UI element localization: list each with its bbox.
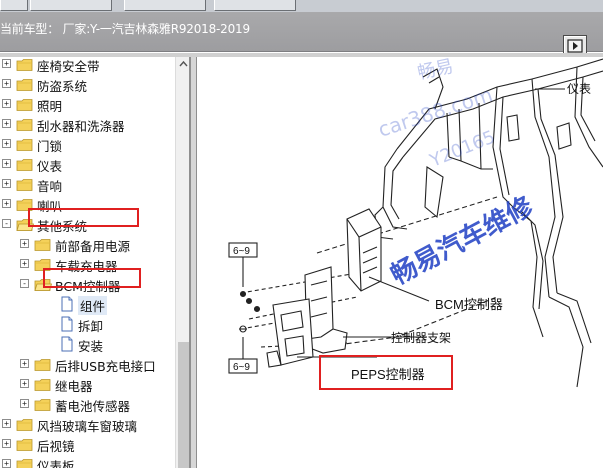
tree-item-label: 照明: [37, 99, 63, 114]
tree-item[interactable]: + 继电器: [0, 374, 175, 394]
vehicle-label: 当前车型： 厂家:Y-一汽吉林森雅R92018-2019: [0, 22, 250, 36]
label-instrument: 仪表: [567, 82, 591, 96]
tree-item[interactable]: + 门锁: [0, 134, 175, 154]
tree-item-label: 组件: [78, 296, 108, 315]
collapse-icon[interactable]: -: [2, 219, 11, 228]
tree-item[interactable]: + 音响: [0, 174, 175, 194]
collapse-icon[interactable]: -: [20, 279, 29, 288]
tree-item-label: 后排USB充电接口: [55, 359, 156, 374]
document-icon: [60, 316, 74, 336]
expand-icon[interactable]: +: [2, 139, 11, 148]
tree-item[interactable]: + 仪表: [0, 154, 175, 174]
expand-icon[interactable]: +: [2, 179, 11, 188]
expand-icon[interactable]: +: [2, 99, 11, 108]
expand-icon[interactable]: +: [2, 439, 11, 448]
tree-scroll-thumb[interactable]: [178, 342, 189, 468]
expand-icon[interactable]: +: [20, 399, 29, 408]
tree-item-label: 拆卸: [78, 319, 104, 334]
expand-icon[interactable]: +: [2, 459, 11, 468]
tree-item[interactable]: + 防盗系统: [0, 74, 175, 94]
tree-item-label: 仪表板: [37, 459, 75, 468]
expand-icon[interactable]: +: [2, 59, 11, 68]
tree-item[interactable]: 组件: [0, 294, 175, 316]
label-ref-bottom: 6~9: [233, 362, 250, 373]
tree-item-label: 仪表: [37, 159, 63, 174]
tree-item[interactable]: + 后视镜: [0, 434, 175, 454]
expand-icon[interactable]: +: [20, 359, 29, 368]
highlight-box-other-systems: [28, 208, 139, 227]
watermark-text-1: 畅易: [416, 57, 456, 84]
scroll-up-icon[interactable]: [176, 57, 189, 72]
expand-icon[interactable]: +: [20, 379, 29, 388]
tree-item-label: 后视镜: [37, 439, 75, 454]
vehicle-info-bar: 当前车型： 厂家:Y-一汽吉林森雅R92018-2019: [0, 12, 603, 57]
document-icon: [60, 296, 74, 316]
tree-item[interactable]: + 后排USB充电接口: [0, 354, 175, 374]
toolbar-button-4[interactable]: [214, 0, 296, 11]
tree-item-label: 门锁: [37, 139, 63, 154]
tree-item[interactable]: + 前部备用电源: [0, 234, 175, 254]
document-icon: [60, 336, 74, 356]
tree-item[interactable]: + 风挡玻璃车窗玻璃: [0, 414, 175, 434]
expand-icon[interactable]: +: [2, 79, 11, 88]
watermark-text-4: 畅易汽车维修: [386, 190, 539, 291]
label-bcm: BCM控制器: [435, 297, 503, 312]
tree-item-label: 安装: [78, 339, 104, 354]
expand-icon[interactable]: +: [2, 199, 11, 208]
pane-splitter[interactable]: [190, 57, 197, 468]
tree-item-label: 防盗系统: [37, 79, 88, 94]
expand-icon[interactable]: +: [20, 259, 29, 268]
label-bracket: 控制器支架: [391, 331, 451, 345]
tree-scrollbar[interactable]: [175, 57, 189, 468]
tree-item-label: 座椅安全带: [37, 59, 100, 74]
expand-icon[interactable]: +: [2, 159, 11, 168]
tree-item-label: 音响: [37, 179, 63, 194]
component-diagram: 畅易 car388.com Y20165 畅易汽车维修 仪表 6~9 6~9 B…: [228, 57, 603, 388]
highlight-box-bcm: [43, 268, 141, 288]
watermark-text-3: Y20165: [426, 127, 498, 172]
expand-icon[interactable]: +: [2, 419, 11, 428]
tree-item-label: 刮水器和洗涤器: [37, 119, 125, 134]
tree-item[interactable]: + 仪表板: [0, 454, 175, 468]
tree-item[interactable]: + 刮水器和洗涤器: [0, 114, 175, 134]
tree-item-label: 风挡玻璃车窗玻璃: [37, 419, 138, 434]
diagram-view: 畅易 car388.com Y20165 畅易汽车维修 仪表 6~9 6~9 B…: [197, 57, 603, 468]
tree-item[interactable]: + 蓄电池传感器: [0, 394, 175, 414]
toolbar-button-2[interactable]: [30, 0, 112, 11]
folder-icon: [16, 457, 34, 468]
arrow-right-icon: [567, 39, 583, 53]
label-ref-top: 6~9: [233, 246, 250, 257]
tree-item-label: 继电器: [55, 379, 93, 394]
navigation-tree: + 座椅安全带 + 防盗系统 + 照明 + 刮水器和洗涤器 + 门锁 + 仪表 + 音响 + 喇叭 - 其他系统 +…: [0, 57, 190, 468]
tree-item[interactable]: 拆卸: [0, 314, 175, 334]
expand-icon[interactable]: +: [2, 119, 11, 128]
tree-item[interactable]: + 座椅安全带: [0, 57, 175, 74]
tree-item-label: 蓄电池传感器: [55, 399, 131, 414]
highlight-box-peps: [319, 355, 453, 390]
toolbar: [0, 0, 603, 12]
tree-item[interactable]: 安装: [0, 334, 175, 354]
toolbar-button-3[interactable]: [124, 0, 206, 11]
expand-icon[interactable]: +: [20, 239, 29, 248]
tree-item[interactable]: + 照明: [0, 94, 175, 114]
tree-item-label: 前部备用电源: [55, 239, 131, 254]
toolbar-button-1[interactable]: [0, 0, 28, 11]
